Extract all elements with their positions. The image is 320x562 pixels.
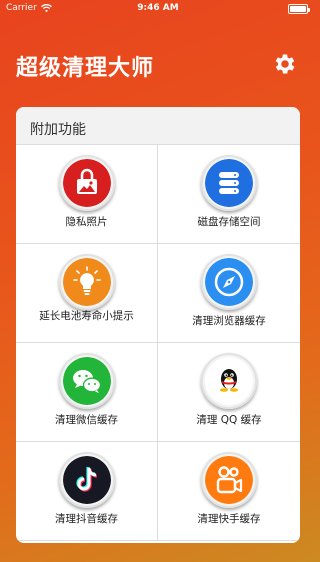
database-icon bbox=[205, 159, 253, 207]
status-time: 9:46 AM bbox=[137, 3, 179, 13]
icon-frame bbox=[201, 452, 257, 508]
section-header: 附加功能 bbox=[16, 107, 300, 145]
features-card: 附加功能 隐私照片 磁盘存储空间 延长电池寿命小提示 清理浏览器缓存 清理微信缓… bbox=[16, 107, 300, 543]
feature-label: 隐私照片 bbox=[65, 216, 108, 228]
lock-photo-icon bbox=[63, 159, 111, 207]
feature-label: 清理 QQ 缓存 bbox=[196, 414, 262, 426]
feature-label: 清理浏览器缓存 bbox=[192, 315, 266, 327]
icon-frame bbox=[201, 155, 257, 211]
feature-kuaishou-cache[interactable]: 清理快手缓存 bbox=[158, 442, 300, 541]
icon-frame bbox=[59, 155, 115, 211]
tiktok-icon bbox=[63, 456, 111, 504]
battery-fill bbox=[290, 6, 306, 12]
icon-frame bbox=[59, 353, 115, 409]
icon-frame bbox=[59, 254, 115, 310]
feature-battery-tips[interactable]: 延长电池寿命小提示 bbox=[16, 244, 158, 343]
feature-label: 清理抖音缓存 bbox=[55, 513, 118, 525]
feature-wechat-cache[interactable]: 清理微信缓存 bbox=[16, 343, 158, 442]
section-title: 附加功能 bbox=[30, 122, 86, 138]
wechat-icon bbox=[63, 357, 111, 405]
qq-penguin-icon bbox=[205, 357, 253, 405]
feature-label: 延长电池寿命小提示 bbox=[39, 310, 134, 322]
kuaishou-icon bbox=[205, 456, 253, 504]
feature-disk-storage[interactable]: 磁盘存储空间 bbox=[158, 145, 300, 244]
compass-icon bbox=[205, 258, 253, 306]
lightbulb-icon bbox=[63, 258, 111, 306]
icon-frame bbox=[201, 254, 257, 310]
feature-label: 清理微信缓存 bbox=[55, 414, 118, 426]
feature-douyin-cache[interactable]: 清理抖音缓存 bbox=[16, 442, 158, 541]
icon-frame bbox=[201, 353, 257, 409]
status-bar: Carrier 9:46 AM bbox=[0, 0, 316, 18]
feature-label: 磁盘存储空间 bbox=[197, 216, 261, 228]
icon-frame bbox=[59, 452, 115, 508]
feature-browser-cache[interactable]: 清理浏览器缓存 bbox=[158, 244, 300, 343]
feature-label: 清理快手缓存 bbox=[197, 513, 261, 525]
feature-qq-cache[interactable]: 清理 QQ 缓存 bbox=[158, 343, 300, 442]
battery-icon bbox=[288, 4, 310, 14]
app-title: 超级清理大师 bbox=[16, 56, 155, 81]
gear-icon[interactable] bbox=[272, 51, 298, 77]
feature-private-photos[interactable]: 隐私照片 bbox=[16, 145, 158, 244]
